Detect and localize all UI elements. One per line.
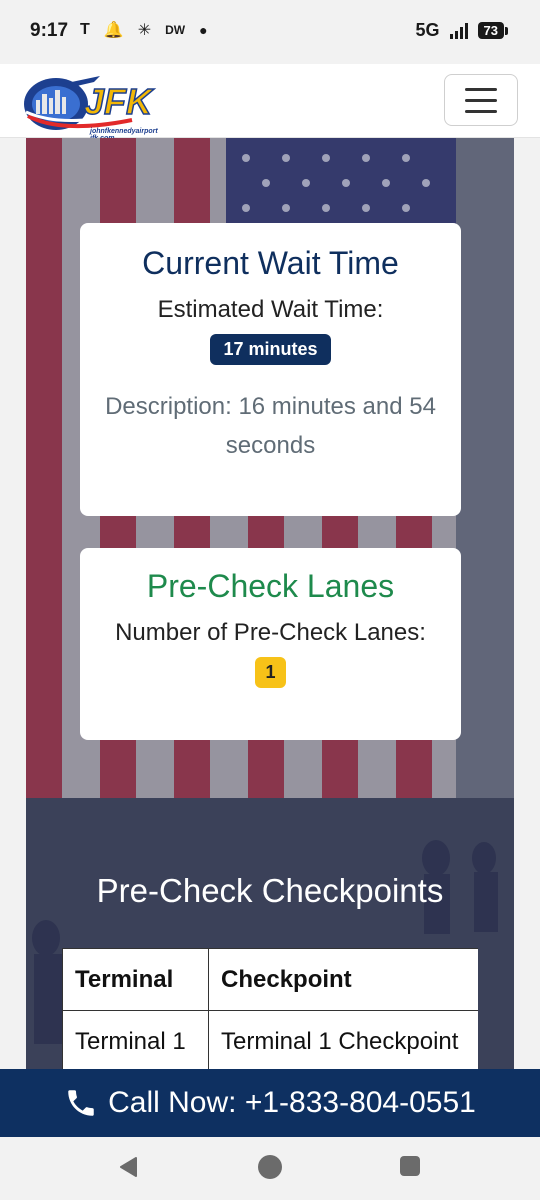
column-header-checkpoint: Checkpoint [208,948,478,1011]
estimated-wait-label: Estimated Wait Time: [157,296,384,323]
recent-apps-icon[interactable] [400,1156,420,1176]
network-label: 5G [415,20,440,40]
status-time: 9:17 [30,20,69,41]
hamburger-icon [465,87,497,91]
precheck-lanes-label: Number of Pre-Check Lanes: [115,619,426,646]
status-system-icons: 5G 73 [415,20,509,41]
wait-time-title: Current Wait Time [142,245,399,281]
status-bar: 9:17 T 🔔 ✳ DW ● 5G 73 [0,0,540,64]
precheck-lanes-badge: 1 [255,657,286,688]
call-now-label: Call Now: +1-833-804-0551 [108,1086,476,1119]
walmart-spark-icon: ✳ [137,22,152,39]
battery-icon: 73 [477,22,509,39]
precheck-lanes-card: Pre-Check Lanes Number of Pre-Check Lane… [80,548,461,740]
globe-plane-icon: JFK [24,76,156,130]
checkpoints-table-wrapper[interactable]: Terminal Checkpoint Terminal 1 Terminal … [62,948,478,1070]
menu-button[interactable] [444,74,518,126]
checkpoints-table: Terminal Checkpoint Terminal 1 Terminal … [62,948,478,1070]
system-nav-bar [0,1137,540,1200]
site-header: JFK johnfkennedyairport jfk.com [0,64,540,142]
signal-icon [449,22,468,39]
column-header-terminal: Terminal [62,948,209,1011]
wait-time-description: Description: 16 minutes and 54 seconds [105,393,436,459]
precheck-lanes-title: Pre-Check Lanes [146,568,395,604]
back-icon[interactable] [118,1156,138,1178]
phone-icon [68,1090,94,1116]
status-notification-icons: T 🔔 ✳ DW ● [80,20,208,40]
dot-icon: ● [199,22,208,38]
bell-icon: 🔔 [103,22,124,39]
wait-time-card: Current Wait Time Estimated Wait Time: 1… [80,223,461,516]
dw-icon: DW [165,23,186,37]
carrier-icon: T [80,21,90,38]
jfk-logo[interactable]: JFK johnfkennedyairport jfk.com [22,70,182,142]
checkpoints-title: Pre-Check Checkpoints [96,872,444,909]
table-cell-checkpoint: Terminal 1 Checkpoint [208,1010,478,1070]
wait-time-badge: 17 minutes [210,334,331,365]
table-header-row: Terminal Checkpoint [62,948,478,1011]
call-now-bar[interactable]: Call Now: +1-833-804-0551 [0,1069,540,1137]
logo-text: JFK [84,81,155,122]
table-cell-terminal: Terminal 1 [62,1010,209,1070]
home-icon[interactable] [258,1155,282,1179]
table-row: Terminal 1 Terminal 1 Checkpoint [62,1010,478,1070]
